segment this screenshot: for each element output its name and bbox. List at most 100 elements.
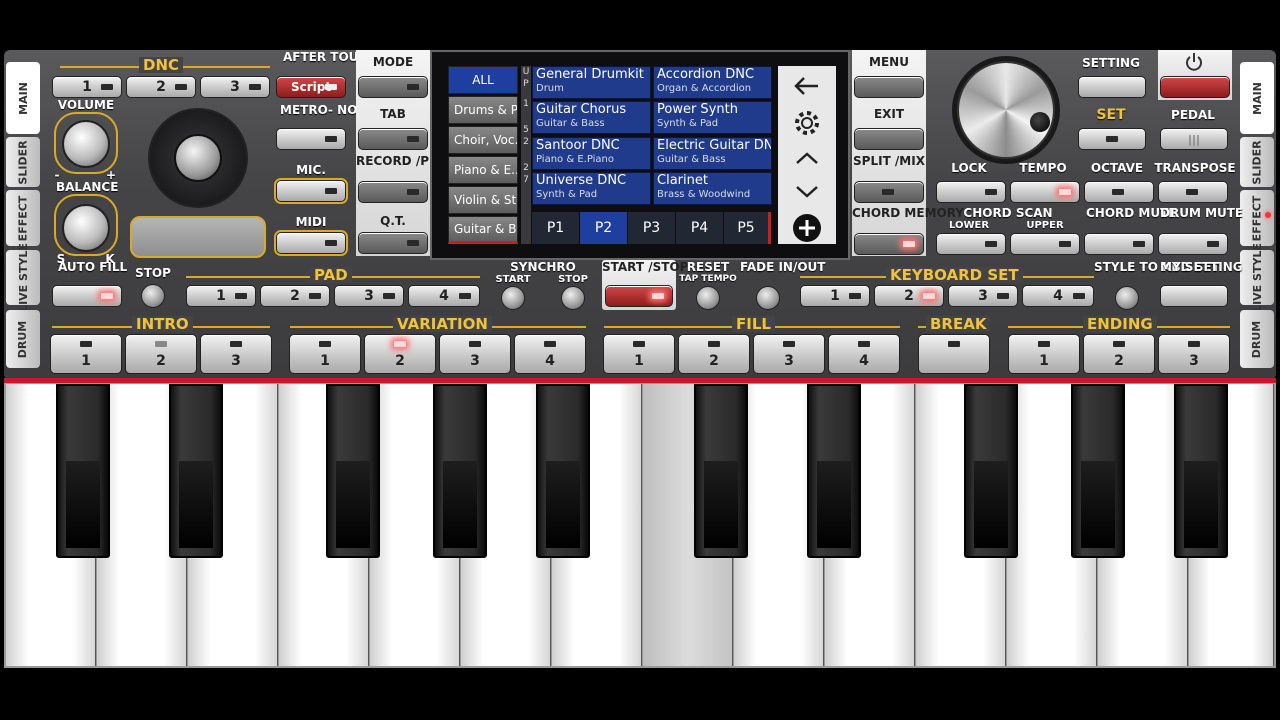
pad-button-4[interactable]: 4: [408, 285, 480, 307]
variation-button-2[interactable]: 2: [364, 334, 436, 374]
style-item[interactable]: Power Synth Synth & Pad: [653, 101, 772, 134]
tab-drum-right[interactable]: DRUM: [1240, 310, 1274, 368]
power-button[interactable]: [1160, 76, 1230, 98]
intro-button-1[interactable]: 1: [50, 334, 122, 374]
mic-button[interactable]: [274, 178, 348, 204]
chord-mute-button[interactable]: [1084, 233, 1154, 255]
chord-scan-upper-button[interactable]: [1010, 233, 1080, 255]
variation-button-3[interactable]: 3: [439, 334, 511, 374]
volume-knob[interactable]: [62, 120, 110, 168]
category-piano[interactable]: Piano & E...: [448, 156, 518, 184]
synchro-start-button[interactable]: [501, 286, 525, 310]
break-button[interactable]: [918, 334, 990, 374]
black-key[interactable]: [536, 384, 590, 558]
pad-button-2[interactable]: 2: [260, 285, 330, 307]
style-item[interactable]: Electric Guitar DNC Guitar & Bass: [653, 137, 772, 170]
style-item[interactable]: Accordion DNC Organ & Accordion: [653, 66, 772, 99]
fill-button-3[interactable]: 3: [753, 334, 825, 374]
chord-memory-button[interactable]: [854, 233, 924, 255]
tab-live-style-left[interactable]: LIVE STYLE: [6, 243, 40, 312]
gear-icon[interactable]: [792, 108, 822, 138]
tab-effect-left[interactable]: EFFECT: [6, 190, 40, 246]
exit-button[interactable]: [854, 128, 924, 150]
page-button-p4[interactable]: P4: [676, 212, 723, 244]
pedal-button[interactable]: |||: [1160, 128, 1228, 150]
tab-slider-left[interactable]: SLIDER: [6, 137, 40, 187]
intro-button-3[interactable]: 3: [200, 334, 272, 374]
tempo-button[interactable]: [1010, 181, 1080, 203]
tab-main-left[interactable]: MAIN: [6, 62, 40, 134]
category-drums[interactable]: Drums & P...: [448, 96, 518, 124]
tab-slider-right[interactable]: SLIDER: [1240, 137, 1274, 187]
black-key[interactable]: [964, 384, 1018, 558]
auto-fill-button[interactable]: [52, 285, 122, 307]
page-button-p1[interactable]: P1: [532, 212, 579, 244]
ending-button-2[interactable]: 2: [1083, 334, 1155, 374]
variation-button-4[interactable]: 4: [514, 334, 586, 374]
intro-button-2[interactable]: 2: [125, 334, 197, 374]
ending-button-1[interactable]: 1: [1008, 334, 1080, 374]
page-button-p5[interactable]: P5: [724, 212, 771, 244]
transpose-button[interactable]: [1158, 181, 1228, 203]
synchro-stop-button[interactable]: [561, 286, 585, 310]
category-violin[interactable]: Violin & St...: [448, 186, 518, 214]
reset-tap-tempo-button[interactable]: [696, 286, 720, 310]
style-item[interactable]: Universe DNC Synth & Pad: [532, 172, 651, 205]
tab-drum-left[interactable]: DRUM: [6, 310, 40, 368]
qt-button[interactable]: [358, 232, 428, 254]
category-guitar[interactable]: Guitar & B...: [448, 216, 518, 244]
script-button[interactable]: Script: [276, 76, 346, 98]
black-key[interactable]: [326, 384, 380, 558]
style-item[interactable]: Clarinet Brass & Woodwind: [653, 172, 772, 205]
keyboard-set-button-1[interactable]: 1: [800, 285, 870, 307]
menu-button[interactable]: [854, 76, 924, 98]
style-to-kbd-set-button[interactable]: [1115, 286, 1139, 310]
start-stop-button[interactable]: [605, 285, 673, 307]
tab-main-right[interactable]: MAIN: [1240, 62, 1274, 134]
stop-button[interactable]: [141, 284, 165, 308]
mode-button[interactable]: [358, 76, 428, 98]
dnc-button-3[interactable]: 3: [200, 76, 270, 98]
style-item[interactable]: Santoor DNC Piano & E.Piano: [532, 137, 651, 170]
category-choir[interactable]: Choir, Voc...: [448, 126, 518, 154]
midi-button[interactable]: [274, 230, 348, 256]
pad-button-1[interactable]: 1: [186, 285, 256, 307]
black-key[interactable]: [433, 384, 487, 558]
chord-scan-lower-button[interactable]: [936, 233, 1006, 255]
fill-button-2[interactable]: 2: [678, 334, 750, 374]
tab-live-style-right[interactable]: LIVE STYLE: [1240, 243, 1274, 312]
split-mix-button[interactable]: [854, 181, 924, 203]
dnc-button-1[interactable]: 1: [52, 76, 122, 98]
joystick-knob[interactable]: [174, 134, 222, 182]
setting-button[interactable]: [1078, 76, 1146, 98]
tab-button[interactable]: [358, 128, 428, 150]
drum-mute-button[interactable]: [1158, 233, 1228, 255]
keyboard-set-button-2[interactable]: 2: [874, 285, 944, 307]
my-setting-button[interactable]: [1160, 285, 1228, 307]
keyboard-set-button-3[interactable]: 3: [948, 285, 1018, 307]
black-key[interactable]: [807, 384, 861, 558]
octave-button[interactable]: [1084, 181, 1154, 203]
keyboard-set-button-4[interactable]: 4: [1022, 285, 1094, 307]
fill-button-1[interactable]: 1: [603, 334, 675, 374]
tab-effect-right[interactable]: EFFECT: [1240, 190, 1274, 246]
page-button-p2[interactable]: P2: [580, 212, 627, 244]
black-key[interactable]: [1174, 384, 1228, 558]
scroll-indicator[interactable]: UP15227: [521, 66, 531, 244]
black-key[interactable]: [169, 384, 223, 558]
black-key[interactable]: [56, 384, 110, 558]
fill-button-4[interactable]: 4: [828, 334, 900, 374]
chevron-up-icon[interactable]: [792, 148, 822, 168]
metronome-button[interactable]: [276, 128, 346, 150]
balance-knob[interactable]: [62, 204, 110, 252]
add-circle-icon[interactable]: [791, 212, 823, 244]
dnc-button-2[interactable]: 2: [126, 76, 196, 98]
record-play-button[interactable]: [358, 181, 428, 203]
variation-button-1[interactable]: 1: [289, 334, 361, 374]
chevron-down-icon[interactable]: [792, 182, 822, 202]
black-key[interactable]: [1071, 384, 1125, 558]
pad-button-3[interactable]: 3: [334, 285, 404, 307]
style-item[interactable]: General Drumkit Drum: [532, 66, 651, 99]
lock-button[interactable]: [936, 181, 1006, 203]
page-button-p3[interactable]: P3: [628, 212, 675, 244]
